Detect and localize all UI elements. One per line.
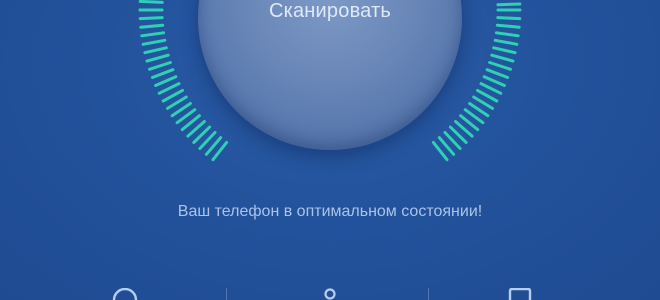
gauge-tick — [145, 53, 170, 63]
gauge-tick — [494, 31, 520, 38]
gauge-tick — [496, 2, 522, 7]
gauge-tick — [140, 31, 166, 38]
phone-manager-screen: Сканировать Ваш телефон в оптимальном со… — [0, 0, 660, 300]
gauge-tick — [482, 75, 506, 87]
gauge-tick — [495, 23, 521, 29]
gauge-tick — [485, 68, 510, 79]
status-message: Ваш телефон в оптимальном состоянии! — [177, 203, 483, 220]
gauge-tick — [154, 75, 178, 87]
gauge-tick — [157, 82, 181, 95]
bottom-nav — [0, 288, 660, 300]
scan-button-label: Сканировать — [268, 0, 392, 22]
battery-icon[interactable] — [505, 288, 535, 300]
security-icon[interactable] — [110, 288, 140, 300]
gauge-tick — [138, 16, 164, 21]
gauge-tick — [493, 38, 519, 46]
gauge-tick — [138, 0, 164, 4]
gauge-tick — [148, 61, 172, 71]
gauge-tick — [143, 46, 168, 55]
gauge-tick — [490, 53, 515, 63]
gauge-tick — [150, 68, 175, 79]
gauge-tick — [492, 46, 517, 55]
gauge-tick — [141, 38, 167, 46]
nav-divider — [428, 288, 429, 300]
gauge-tick — [488, 61, 512, 71]
cleanup-icon[interactable] — [315, 288, 345, 300]
gauge-tick — [479, 82, 503, 95]
nav-divider — [226, 288, 227, 300]
gauge-tick — [496, 16, 522, 21]
gauge-tick — [139, 23, 165, 29]
